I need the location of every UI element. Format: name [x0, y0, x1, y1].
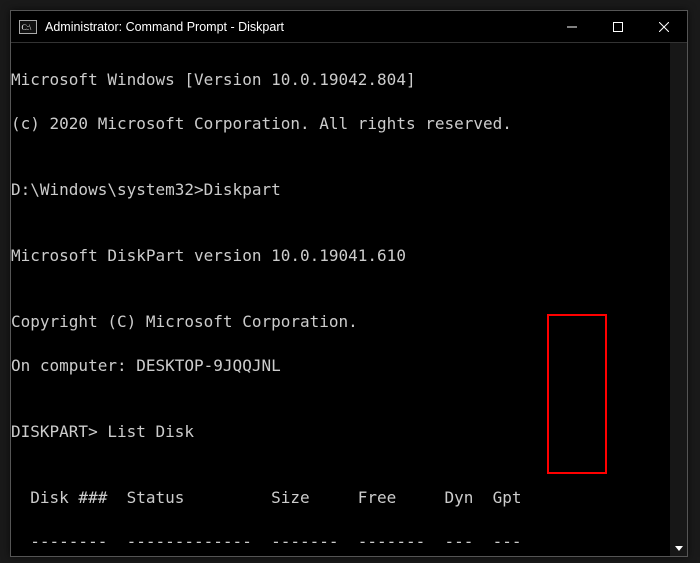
prompt-line: D:\Windows\system32>Diskpart: [11, 179, 681, 201]
gpt-column-highlight: [547, 314, 607, 474]
table-header: Disk ### Status Size Free Dyn Gpt: [11, 487, 681, 509]
table-divider: -------- ------------- ------- ------- -…: [11, 531, 681, 553]
vertical-scrollbar[interactable]: ▲: [670, 43, 687, 556]
window-title: Administrator: Command Prompt - Diskpart: [45, 20, 549, 34]
titlebar[interactable]: C:\ Administrator: Command Prompt - Disk…: [11, 11, 687, 43]
minimize-button[interactable]: [549, 11, 595, 42]
window-controls: [549, 11, 687, 42]
scroll-down-arrow[interactable]: [670, 539, 687, 556]
command-prompt-window: C:\ Administrator: Command Prompt - Disk…: [10, 10, 688, 557]
prompt-line: DISKPART> List Disk: [11, 421, 681, 443]
output-line: Copyright (C) Microsoft Corporation.: [11, 311, 681, 333]
output-line: Microsoft Windows [Version 10.0.19042.80…: [11, 69, 681, 91]
close-button[interactable]: [641, 11, 687, 42]
maximize-button[interactable]: [595, 11, 641, 42]
svg-text:C:\: C:\: [22, 23, 33, 32]
cmd-icon: C:\: [19, 20, 37, 34]
terminal-output[interactable]: Microsoft Windows [Version 10.0.19042.80…: [11, 43, 687, 556]
output-line: Microsoft DiskPart version 10.0.19041.61…: [11, 245, 681, 267]
output-line: On computer: DESKTOP-9JQQJNL: [11, 355, 681, 377]
output-line: (c) 2020 Microsoft Corporation. All righ…: [11, 113, 681, 135]
